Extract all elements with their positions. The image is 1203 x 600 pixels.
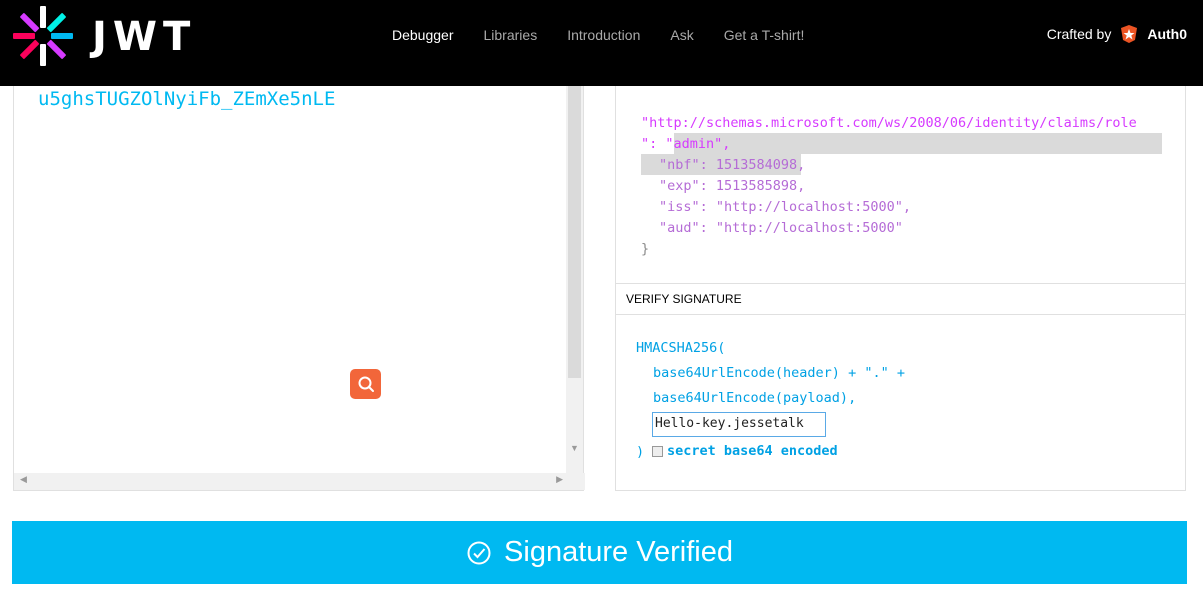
- encoded-token-text[interactable]: u5ghsTUGZOlNyiFb_ZEmXe5nLE: [38, 88, 335, 110]
- payload-aud[interactable]: "aud": "http://localhost:5000": [659, 220, 903, 236]
- nav-ask[interactable]: Ask: [670, 27, 693, 43]
- main-nav: Debugger Libraries Introduction Ask Get …: [392, 27, 804, 43]
- nav-introduction[interactable]: Introduction: [567, 27, 640, 43]
- verify-signature-header: VERIFY SIGNATURE: [616, 283, 1185, 315]
- check-circle-icon: [467, 541, 491, 564]
- crafted-by-label: Crafted by: [1046, 26, 1112, 42]
- top-nav-bar: JWT Debugger Libraries Introduction Ask …: [0, 0, 1203, 86]
- horizontal-scrollbar[interactable]: ◀ ▶: [14, 473, 585, 490]
- payload-role-value[interactable]: ": "admin",: [641, 136, 730, 152]
- crafted-by-link[interactable]: Crafted by Auth0: [1047, 24, 1187, 44]
- payload-nbf[interactable]: "nbf": 1513584098,: [659, 157, 805, 173]
- floating-search-button[interactable]: [350, 369, 381, 399]
- hmac-func: HMACSHA256(: [636, 340, 726, 356]
- hmac-arg-payload: base64UrlEncode(payload),: [653, 390, 857, 406]
- signature-verified-banner: Signature Verified: [12, 521, 1187, 584]
- signature-verified-label: Signature Verified: [504, 536, 733, 568]
- auth0-label: Auth0: [1147, 26, 1187, 42]
- payload-exp[interactable]: "exp": 1513585898,: [659, 178, 805, 194]
- nav-debugger[interactable]: Debugger: [392, 27, 454, 43]
- payload-editor[interactable]: "http://schemas.microsoft.com/ws/2008/06…: [616, 86, 1185, 284]
- secret-base64-checkbox[interactable]: [652, 446, 663, 457]
- vertical-scrollbar[interactable]: ▼: [566, 86, 583, 473]
- hmac-close-paren: ): [636, 444, 645, 460]
- jwt-logo-icon[interactable]: [12, 5, 74, 67]
- scrollbar-thumb[interactable]: [568, 86, 581, 378]
- secret-base64-label[interactable]: secret base64 encoded: [667, 443, 838, 459]
- verify-signature-title: VERIFY SIGNATURE: [626, 292, 742, 306]
- brand-title[interactable]: JWT: [92, 14, 196, 60]
- decoded-panel: "http://schemas.microsoft.com/ws/2008/06…: [615, 86, 1186, 491]
- payload-close-brace: }: [641, 241, 650, 257]
- encoded-token-panel[interactable]: u5ghsTUGZOlNyiFb_ZEmXe5nLE ▼ ◀ ▶: [13, 86, 585, 491]
- scroll-left-arrow-icon[interactable]: ◀: [20, 474, 27, 485]
- secret-input[interactable]: Hello-key.jessetalk: [652, 412, 826, 437]
- hmac-arg-header: base64UrlEncode(header) + "." +: [653, 365, 905, 381]
- verify-signature-body: HMACSHA256( base64UrlEncode(header) + ".…: [616, 315, 1185, 491]
- payload-iss[interactable]: "iss": "http://localhost:5000",: [659, 199, 911, 215]
- nav-tshirt[interactable]: Get a T-shirt!: [724, 27, 805, 43]
- magnifier-icon: [358, 376, 374, 392]
- nav-libraries[interactable]: Libraries: [484, 27, 538, 43]
- selection-highlight: [674, 133, 1162, 154]
- scroll-down-arrow-icon[interactable]: ▼: [570, 443, 579, 453]
- auth0-shield-icon: [1121, 25, 1138, 43]
- scroll-right-arrow-icon[interactable]: ▶: [556, 474, 563, 485]
- payload-role-key[interactable]: "http://schemas.microsoft.com/ws/2008/06…: [641, 115, 1137, 131]
